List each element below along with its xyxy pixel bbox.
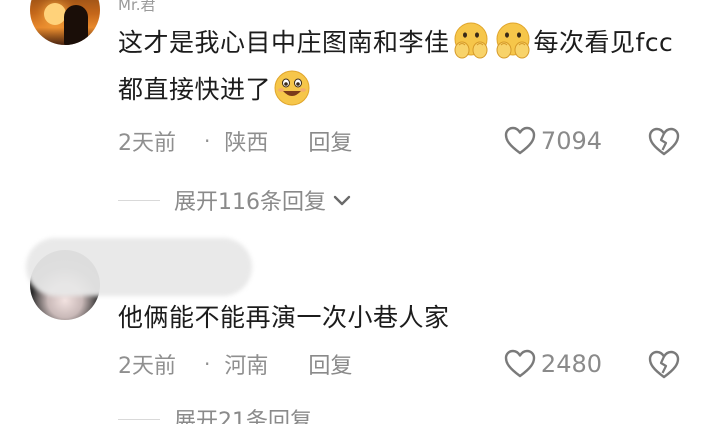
reply-button[interactable]: 回复	[308, 348, 352, 380]
heart-icon	[504, 349, 536, 378]
separator-dot: ·	[204, 352, 211, 376]
heart-icon	[504, 126, 536, 155]
chevron-down-icon	[333, 195, 351, 206]
like-count: 2480	[540, 350, 602, 378]
comment-meta: 2天前 · 陕西 回复	[118, 123, 352, 159]
separator-dot: ·	[204, 129, 211, 153]
comment-text-part: 这才是我心目中庄图南和李佳	[118, 28, 450, 57]
comment-meta: 2天前 · 河南 回复	[118, 346, 352, 382]
comment-time: 2天前	[118, 131, 176, 156]
hands-covering-mouth-emoji	[454, 22, 488, 59]
expand-replies-label: 展开21条回复	[174, 409, 312, 424]
broken-heart-icon[interactable]	[646, 123, 682, 159]
sunset-sun	[44, 3, 66, 25]
comment-list: Mr.君 这才是我心目中庄图南和李佳 每次看见fcc都直接快进了 2天前 · 陕…	[0, 0, 716, 424]
avatar[interactable]	[30, 0, 100, 45]
like-button[interactable]: 2480	[503, 346, 602, 382]
expand-replies-label: 展开116条回复	[174, 190, 326, 215]
reply-button[interactable]: 回复	[308, 125, 352, 157]
like-button[interactable]: 7094	[503, 123, 602, 159]
hands-covering-mouth-emoji	[496, 22, 530, 59]
username-redacted	[26, 238, 252, 296]
comment-text: 这才是我心目中庄图南和李佳 每次看见fcc都直接快进了	[118, 19, 698, 113]
silhouette	[64, 5, 88, 45]
comment-time: 2天前	[118, 354, 176, 379]
expand-replies-button[interactable]: 展开21条回复	[118, 402, 312, 424]
comment-text: 他俩能不能再演一次小巷人家	[118, 303, 450, 332]
like-count: 7094	[540, 127, 602, 155]
expand-line	[118, 418, 160, 420]
expand-line	[118, 199, 160, 201]
expand-replies-button[interactable]: 展开116条回复	[118, 183, 354, 217]
broken-heart-icon[interactable]	[646, 346, 682, 382]
comment-location: 陕西	[224, 131, 269, 156]
comment-location: 河南	[224, 354, 269, 379]
grinning-face-emoji	[274, 70, 310, 106]
username[interactable]: Mr.君	[118, 0, 156, 15]
